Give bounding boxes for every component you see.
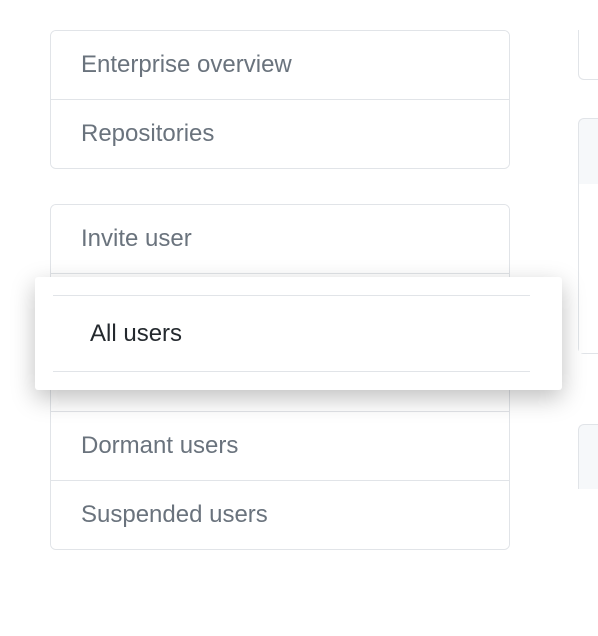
nav-group-overview: Enterprise overview Repositories [50,30,510,169]
nav-item-enterprise-overview[interactable]: Enterprise overview [51,31,509,100]
nav-label: Invite user [81,225,192,252]
nav-item-suspended-users[interactable]: Suspended users [51,481,509,549]
highlight-bottom-divider [53,371,530,372]
highlight-label: All users [90,320,182,348]
nav-item-dormant-users[interactable]: Dormant users [51,412,509,481]
highlight-callout: All users [35,277,562,390]
nav-label: Enterprise overview [81,51,292,78]
panel-edge-middle [578,118,598,354]
nav-item-repositories[interactable]: Repositories [51,100,509,168]
panel-edge-top [578,30,598,80]
nav-item-invite-user[interactable]: Invite user [51,205,509,274]
nav-label: Dormant users [81,432,238,459]
nav-label: Suspended users [81,501,268,528]
panel-edge-bottom [578,424,598,489]
highlight-top-divider [53,295,530,296]
nav-label: Repositories [81,120,214,147]
